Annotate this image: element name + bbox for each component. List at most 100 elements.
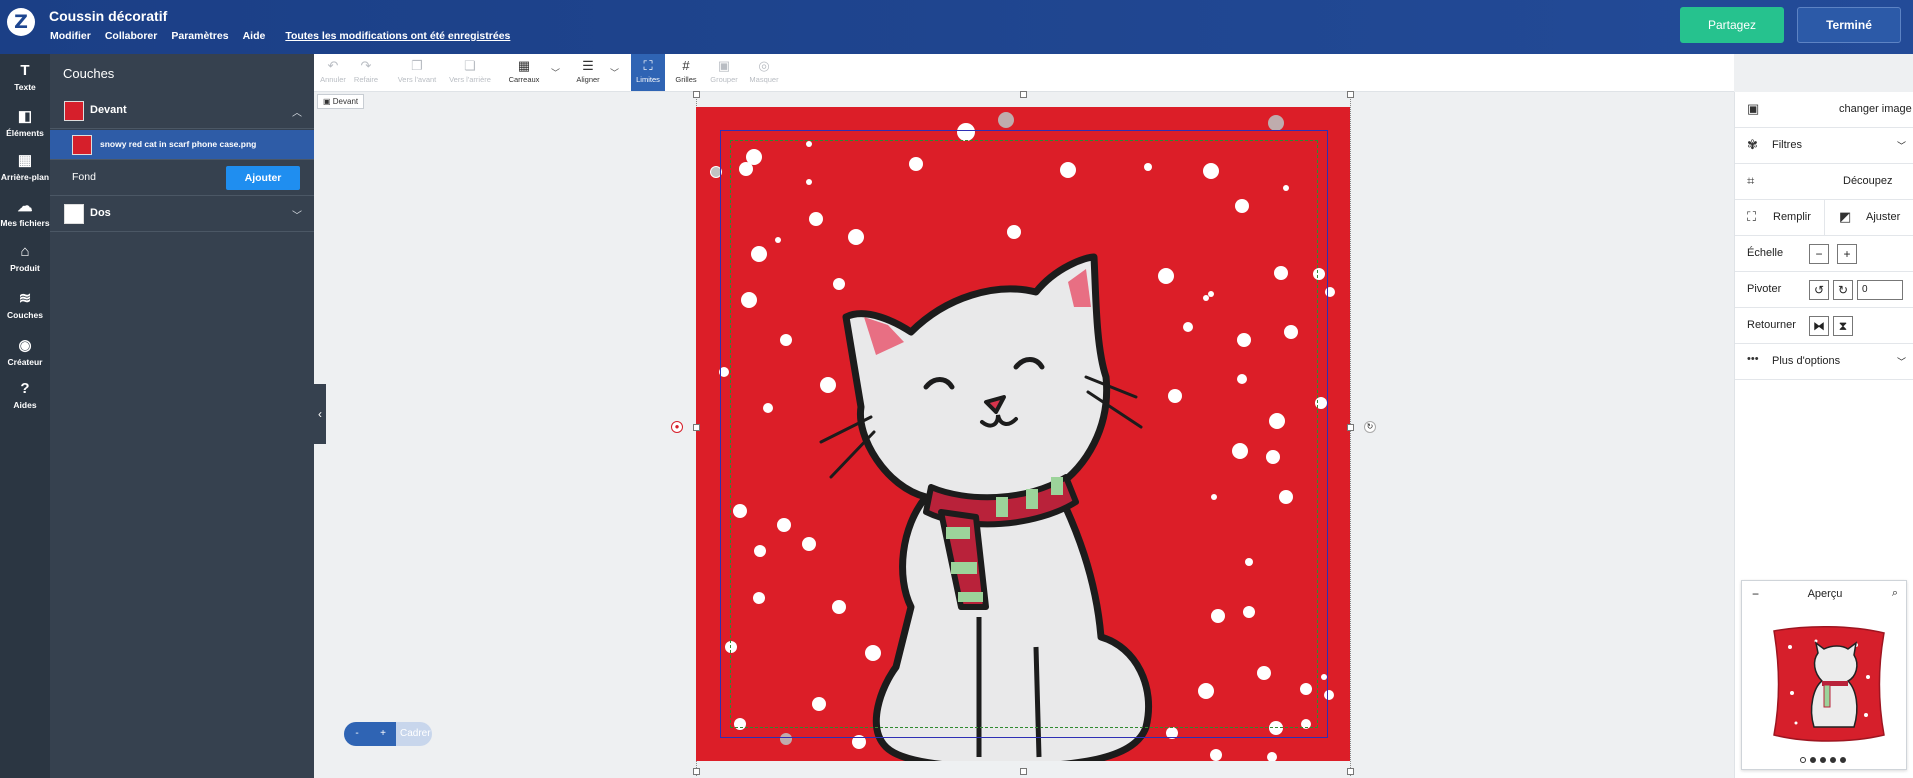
page-dot[interactable]: [1830, 757, 1836, 763]
menu-help[interactable]: Aide: [243, 30, 266, 42]
redo-button[interactable]: ↷ Refaire: [352, 57, 380, 90]
zoom-out-button[interactable]: -: [344, 722, 370, 746]
bring-forward-button[interactable]: ❐ Vers l'avant: [394, 57, 440, 90]
bounds-toggle[interactable]: ⛶ Limites: [631, 54, 665, 91]
crop-row[interactable]: ⌗ Découpez: [1735, 164, 1913, 200]
rail-item-my-files[interactable]: ☁ Mes fichiers: [0, 198, 50, 238]
zazzle-logo[interactable]: Z: [7, 8, 35, 36]
preview-title: Aperçu: [1807, 588, 1843, 600]
face-tag-label: Devant: [332, 97, 359, 106]
grids-toggle[interactable]: # Grilles: [671, 57, 701, 90]
rail-label: Texte: [14, 82, 36, 92]
tool-label: Limites: [636, 75, 660, 84]
preview-pagination: [1800, 757, 1846, 763]
tool-label: Masquer: [749, 75, 779, 84]
rail-item-elements[interactable]: ◧ Éléments: [0, 108, 50, 148]
collapse-panel-button[interactable]: ‹: [314, 384, 326, 444]
product-icon: ⌂: [20, 243, 30, 260]
rail-item-creator[interactable]: ◉ Créateur: [0, 337, 50, 377]
layer-group-front[interactable]: Devant ︿: [50, 93, 314, 129]
editor-toolbar: ↶ Annuler ↷ Refaire ❐ Vers l'avant ❏ Vers l'…: [314, 54, 1734, 92]
save-status-link[interactable]: Toutes les modifications ont été enregis…: [285, 30, 510, 42]
chevron-down-icon[interactable]: ﹀: [1897, 355, 1906, 368]
chevron-down-icon[interactable]: ﹀: [292, 207, 302, 222]
tool-label: Vers l'avant: [397, 75, 437, 84]
rotate-left-icon[interactable]: ↺: [1809, 280, 1829, 300]
resize-handle[interactable]: [1020, 768, 1027, 775]
chevron-up-icon[interactable]: ︿: [292, 104, 302, 119]
flip-vertical-icon[interactable]: ⧗: [1833, 316, 1853, 336]
resize-handle[interactable]: [1347, 768, 1354, 775]
chevron-down-icon[interactable]: ﹀: [610, 66, 619, 79]
adjust-icon: ◩: [1839, 209, 1852, 224]
rotate-angle-input[interactable]: 0: [1857, 280, 1903, 300]
share-button[interactable]: Partagez: [1680, 7, 1784, 43]
resize-handle[interactable]: [1020, 91, 1027, 98]
resize-handle[interactable]: [1347, 91, 1354, 98]
menu-edit[interactable]: Modifier: [50, 30, 91, 42]
bring-forward-icon: ❐: [411, 58, 423, 73]
resize-handle[interactable]: [1347, 424, 1354, 431]
chevron-down-icon[interactable]: ﹀: [551, 66, 560, 79]
tool-label: Vers l'arrière: [449, 75, 491, 84]
layer-item-label: snowy red cat in scarf phone case.png: [100, 139, 257, 149]
rail-item-layers[interactable]: ≋ Couches: [0, 290, 50, 330]
layers-icon: ≋: [18, 290, 32, 307]
page-dot[interactable]: [1820, 757, 1826, 763]
delete-icon[interactable]: ●: [671, 421, 683, 433]
menu-settings[interactable]: Paramètres: [171, 30, 228, 42]
scale-down-button[interactable]: −: [1809, 244, 1829, 264]
send-backward-button[interactable]: ❏ Vers l'arrière: [444, 57, 496, 90]
layer-thumbnail: [64, 101, 84, 121]
page-dot[interactable]: [1810, 757, 1816, 763]
zoom-in-button[interactable]: +: [370, 722, 396, 746]
align-button[interactable]: ☰ Aligner: [570, 57, 606, 90]
crop-icon: ⌗: [1747, 173, 1755, 188]
adjust-button[interactable]: Ajuster: [1866, 211, 1900, 223]
tiles-button[interactable]: ▦ Carreaux: [504, 57, 544, 90]
resize-handle[interactable]: [693, 424, 700, 431]
add-background-button[interactable]: Ajouter: [226, 166, 300, 190]
filter-icon: ✾: [1747, 137, 1758, 152]
rail-item-product[interactable]: ⌂ Produit: [0, 243, 50, 283]
change-image-row[interactable]: ▣ changer image: [1735, 92, 1913, 128]
tiles-icon: ▦: [517, 58, 531, 73]
rail-item-text[interactable]: T Texte: [0, 62, 50, 102]
face-tag[interactable]: ▣ Devant: [317, 94, 365, 109]
rail-item-help[interactable]: ? Aides: [0, 380, 50, 420]
menu-collaborate[interactable]: Collaborer: [105, 30, 158, 42]
fit-button[interactable]: Cadrer: [400, 722, 431, 746]
rail-label: Aides: [13, 400, 37, 410]
more-options-row[interactable]: ••• Plus d'options ﹀: [1735, 344, 1913, 380]
rail-item-background[interactable]: ▦ Arrière-plan: [0, 152, 50, 192]
layer-group-back[interactable]: Dos ﹀: [50, 196, 314, 232]
crop-button[interactable]: Découpez: [1843, 175, 1893, 187]
chevron-down-icon[interactable]: ﹀: [1897, 139, 1906, 152]
flip-horizontal-icon[interactable]: ⧓: [1809, 316, 1829, 336]
zoom-icon[interactable]: ⌕: [1892, 587, 1898, 600]
fill-button[interactable]: Remplir: [1773, 211, 1811, 223]
preview-widget[interactable]: − Aperçu ⌕: [1741, 580, 1907, 770]
rotate-label: Pivoter: [1747, 283, 1782, 295]
change-image-button[interactable]: changer image: [1839, 103, 1912, 115]
rail-label: Créateur: [7, 357, 43, 367]
resize-handle[interactable]: [693, 768, 700, 775]
done-button[interactable]: Terminé: [1797, 7, 1901, 43]
hide-button[interactable]: ◎ Masquer: [746, 57, 782, 90]
undo-button[interactable]: ↶ Annuler: [319, 57, 347, 90]
rail-label: Éléments: [6, 128, 44, 138]
rotate-right-icon[interactable]: ↻: [1833, 280, 1853, 300]
fill-icon: ⛶: [1747, 209, 1757, 224]
scale-label: Échelle: [1747, 247, 1784, 259]
layer-item-label: Fond: [72, 171, 96, 183]
group-icon: ▣: [717, 58, 731, 73]
group-button[interactable]: ▣ Grouper: [707, 57, 741, 90]
filters-row[interactable]: ✾ Filtres ﹀: [1735, 128, 1913, 164]
layer-item-image[interactable]: snowy red cat in scarf phone case.png: [50, 130, 314, 160]
rotate-icon[interactable]: ↻: [1364, 421, 1376, 433]
resize-handle[interactable]: [693, 91, 700, 98]
layer-group-label: Dos: [90, 207, 111, 219]
scale-up-button[interactable]: +: [1837, 244, 1857, 264]
page-dot[interactable]: [1800, 757, 1806, 763]
page-dot[interactable]: [1840, 757, 1846, 763]
